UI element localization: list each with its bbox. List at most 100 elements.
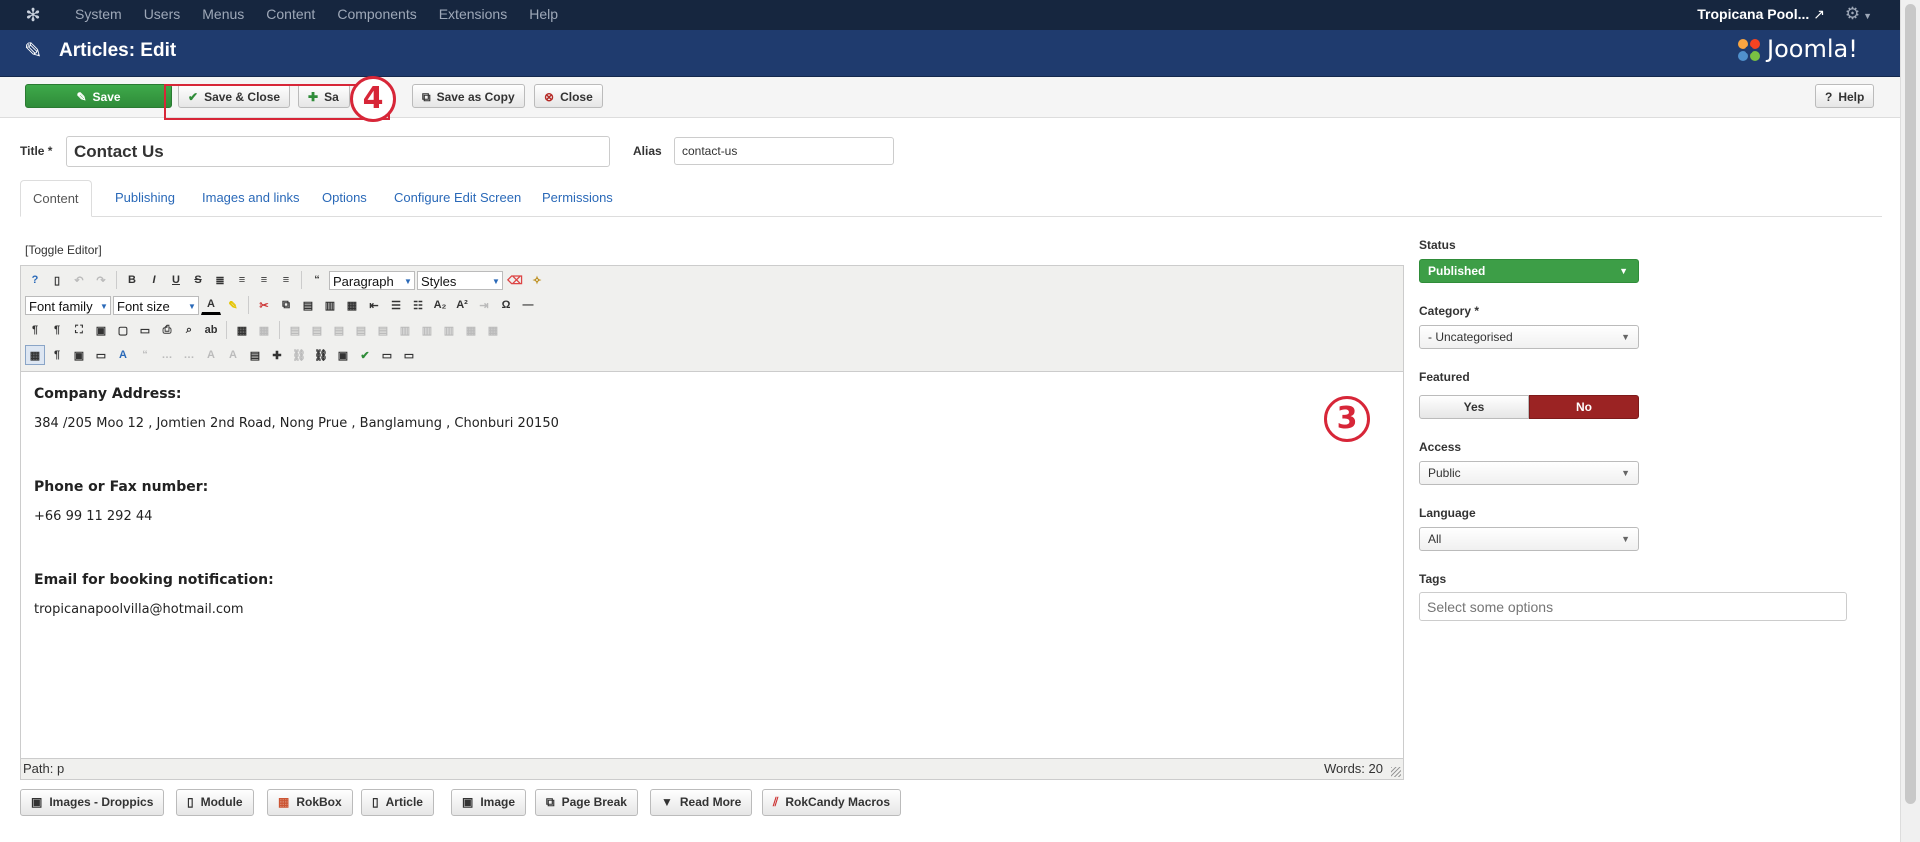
- abbr-icon[interactable]: …: [157, 345, 177, 365]
- superscript-icon[interactable]: A²: [452, 295, 472, 315]
- delete-col-icon[interactable]: ▥: [439, 320, 459, 340]
- access-select[interactable]: Public ▼: [1419, 461, 1639, 485]
- paste-word-icon[interactable]: ▥: [320, 295, 340, 315]
- tab-content[interactable]: Content: [20, 180, 92, 217]
- spellcheck-toggle-icon[interactable]: ✔: [355, 345, 375, 365]
- status-select[interactable]: Published ▼: [1419, 259, 1639, 283]
- font-family-select[interactable]: Font family ▼: [25, 295, 111, 315]
- menu-users[interactable]: Users: [133, 0, 192, 30]
- outdent-icon[interactable]: ⇤: [364, 295, 384, 315]
- acronym-icon[interactable]: …: [179, 345, 199, 365]
- cite-icon[interactable]: “: [135, 345, 155, 365]
- paste-icon[interactable]: ▤: [298, 295, 318, 315]
- module-button[interactable]: ▯ Module: [176, 789, 254, 816]
- paste-text-icon[interactable]: ▦: [342, 295, 362, 315]
- category-select[interactable]: - Uncategorised ▼: [1419, 325, 1639, 349]
- rtl-icon[interactable]: ¶: [47, 320, 67, 340]
- tab-publishing[interactable]: Publishing: [103, 180, 187, 216]
- help-icon[interactable]: ?: [25, 270, 45, 290]
- unlink-icon[interactable]: ⛓: [289, 345, 309, 365]
- menu-help[interactable]: Help: [518, 0, 569, 30]
- cut-icon[interactable]: ✂: [254, 295, 274, 315]
- new-document-icon[interactable]: ▯: [47, 270, 67, 290]
- rokbox-button[interactable]: ▦ RokBox: [267, 789, 353, 816]
- image-icon[interactable]: ▣: [333, 345, 353, 365]
- tab-configure-edit-screen[interactable]: Configure Edit Screen: [382, 180, 533, 216]
- template-icon[interactable]: ▣: [91, 320, 111, 340]
- spellcheck-icon[interactable]: A: [113, 345, 133, 365]
- subscript-icon[interactable]: A₂: [430, 295, 450, 315]
- page-break-icon[interactable]: ▭: [377, 345, 397, 365]
- col-after-icon[interactable]: ▥: [417, 320, 437, 340]
- help-button[interactable]: ? Help: [1815, 84, 1875, 108]
- font-size-select[interactable]: Font size ▼: [113, 295, 199, 315]
- images-droppics-button[interactable]: ▣ Images - Droppics: [20, 789, 165, 816]
- visual-aid-icon[interactable]: ▦: [25, 345, 45, 365]
- resize-handle[interactable]: [1391, 767, 1401, 777]
- cell-props-icon[interactable]: ▤: [307, 320, 327, 340]
- col-before-icon[interactable]: ▥: [395, 320, 415, 340]
- styles-select[interactable]: Styles ▼: [417, 270, 503, 290]
- highlight-color-icon[interactable]: ✎: [223, 295, 243, 315]
- print-icon[interactable]: ⎙: [157, 320, 177, 340]
- link-icon[interactable]: ⛓: [311, 345, 331, 365]
- row-before-icon[interactable]: ▤: [329, 320, 349, 340]
- align-justify-icon[interactable]: ≣: [210, 270, 230, 290]
- special-char-icon[interactable]: Ω: [496, 295, 516, 315]
- read-more-button[interactable]: ▼ Read More: [650, 789, 753, 816]
- article-button[interactable]: ▯ Article: [361, 789, 434, 816]
- site-link[interactable]: Tropicana Pool... ↗: [1697, 0, 1825, 28]
- page-scrollbar[interactable]: [1900, 0, 1920, 842]
- rokcandy-macros-button[interactable]: ⫽ RokCandy Macros: [762, 789, 902, 816]
- undo-icon[interactable]: ↶: [69, 270, 89, 290]
- media-icon[interactable]: ▭: [399, 345, 419, 365]
- table-icon[interactable]: ▦: [232, 320, 252, 340]
- bold-icon[interactable]: B: [122, 270, 142, 290]
- copy-icon[interactable]: ⧉: [276, 295, 296, 315]
- eraser-icon[interactable]: ⌫: [505, 270, 525, 290]
- preview-icon[interactable]: ▭: [135, 320, 155, 340]
- menu-system[interactable]: System: [64, 0, 133, 30]
- format-select[interactable]: Paragraph ▼: [329, 270, 415, 290]
- align-left-icon[interactable]: ≡: [254, 270, 274, 290]
- scrollbar-thumb[interactable]: [1905, 4, 1916, 804]
- ltr-icon[interactable]: ¶: [25, 320, 45, 340]
- blockquote-icon[interactable]: “: [307, 270, 327, 290]
- fullscreen-icon[interactable]: ⛶: [69, 320, 89, 340]
- row-props-icon[interactable]: ▤: [285, 320, 305, 340]
- italic-icon[interactable]: I: [144, 270, 164, 290]
- indent-icon[interactable]: ⇥: [474, 295, 494, 315]
- toggle-editor-link[interactable]: [Toggle Editor]: [25, 243, 102, 257]
- del-icon[interactable]: A: [201, 345, 221, 365]
- merge-cells-icon[interactable]: ▦: [483, 320, 503, 340]
- alias-field[interactable]: [674, 137, 894, 165]
- redo-icon[interactable]: ↷: [91, 270, 111, 290]
- page-break-button[interactable]: ⧉ Page Break: [535, 789, 638, 816]
- underline-icon[interactable]: U: [166, 270, 186, 290]
- show-blocks-icon[interactable]: ¶: [47, 345, 67, 365]
- image-button[interactable]: ▣ Image: [451, 789, 527, 816]
- search-icon[interactable]: ⌕: [179, 320, 199, 340]
- tab-options[interactable]: Options: [310, 180, 379, 216]
- save-copy-button[interactable]: ⧉ Save as Copy: [412, 84, 525, 108]
- delete-row-icon[interactable]: ▤: [373, 320, 393, 340]
- row-after-icon[interactable]: ▤: [351, 320, 371, 340]
- align-center-icon[interactable]: ≡: [232, 270, 252, 290]
- menu-content[interactable]: Content: [255, 0, 326, 30]
- replace-icon[interactable]: ab: [201, 320, 221, 340]
- cleanup-icon[interactable]: ✧: [527, 270, 547, 290]
- insert-layer-icon[interactable]: ▣: [69, 345, 89, 365]
- attributes-icon[interactable]: ▤: [245, 345, 265, 365]
- menu-extensions[interactable]: Extensions: [428, 0, 518, 30]
- settings-menu[interactable]: ⚙ ▼: [1845, 0, 1872, 30]
- featured-no-button[interactable]: No: [1529, 395, 1639, 419]
- tab-permissions[interactable]: Permissions: [530, 180, 625, 216]
- title-field[interactable]: [66, 136, 610, 167]
- save-button[interactable]: ✎ Save: [25, 84, 172, 108]
- bullet-list-icon[interactable]: ☷: [408, 295, 428, 315]
- menu-menus[interactable]: Menus: [191, 0, 255, 30]
- ins-icon[interactable]: A: [223, 345, 243, 365]
- tags-input[interactable]: [1419, 592, 1847, 621]
- tab-images-links[interactable]: Images and links: [190, 180, 312, 216]
- strikethrough-icon[interactable]: S: [188, 270, 208, 290]
